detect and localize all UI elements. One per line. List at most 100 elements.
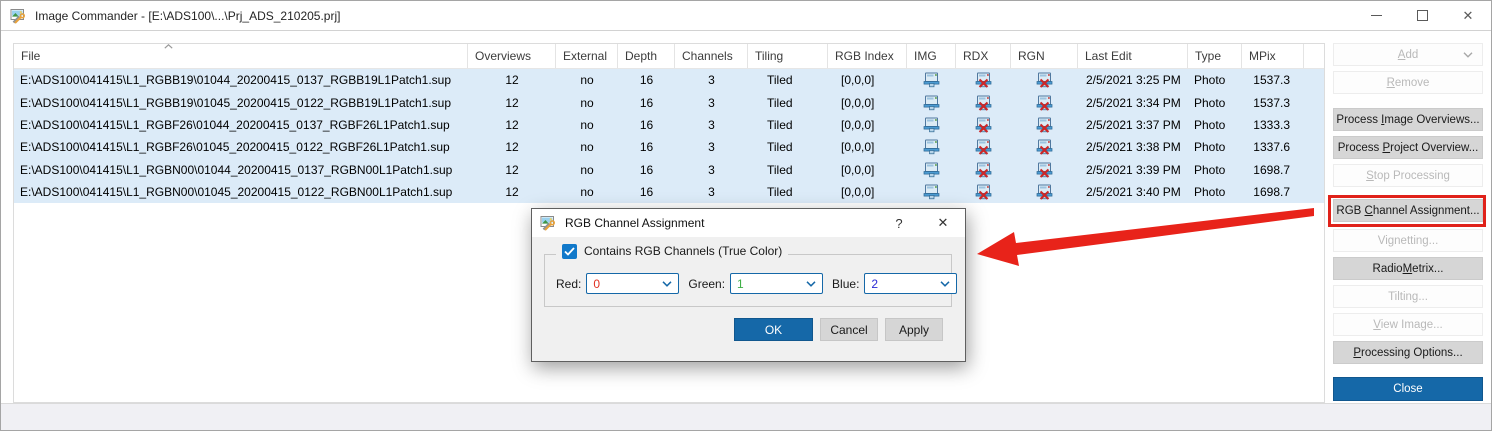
cell-mpix: 1337.6: [1242, 140, 1304, 154]
apply-button[interactable]: Apply: [885, 318, 943, 341]
cell-overviews: 12: [468, 140, 556, 154]
column-header-last_edit[interactable]: Last Edit: [1078, 44, 1188, 68]
computer-missing-icon: [1011, 184, 1078, 200]
help-icon: ?: [895, 216, 902, 231]
cell-tiling: Tiled: [748, 185, 828, 199]
stop-processing-button[interactable]: Stop Processing: [1333, 164, 1483, 187]
chevron-down-icon: [1463, 52, 1473, 58]
column-header-file[interactable]: File: [14, 44, 468, 68]
app-icon: [540, 215, 557, 231]
computer-missing-icon: [956, 72, 1011, 88]
cell-tiling: Tiled: [748, 163, 828, 177]
process-image-overviews-button[interactable]: Process Image Overviews...: [1333, 108, 1483, 131]
minimize-icon: [1371, 15, 1382, 16]
tilting-button[interactable]: Tilting...: [1333, 285, 1483, 308]
cell-channels: 3: [675, 96, 748, 110]
green-channel-value: 1: [737, 277, 806, 291]
checkbox-label: Contains RGB Channels (True Color): [584, 244, 782, 258]
red-channel-select[interactable]: 0: [586, 273, 679, 294]
main-area: FileOverviewsExternalDepthChannelsTiling…: [1, 31, 1491, 430]
dialog-close-button[interactable]: ✕: [921, 209, 965, 237]
cell-depth: 16: [618, 140, 675, 154]
table-row[interactable]: E:\ADS100\041415\L1_RGBB19\01044_2020041…: [14, 69, 1324, 91]
column-header-rgn[interactable]: RGN: [1011, 44, 1078, 68]
green-channel-select[interactable]: 1: [730, 273, 823, 294]
process-project-overview-button[interactable]: Process Project Overview...: [1333, 136, 1483, 159]
computer-available-icon: [907, 184, 956, 200]
table-row[interactable]: E:\ADS100\041415\L1_RGBN00\01044_2020041…: [14, 159, 1324, 181]
cell-depth: 16: [618, 163, 675, 177]
maximize-button[interactable]: [1399, 1, 1445, 30]
column-header-rgb_index[interactable]: RGB Index: [828, 44, 907, 68]
cell-type: Photo: [1188, 73, 1242, 87]
close-button[interactable]: Close: [1333, 377, 1483, 401]
cell-tiling: Tiled: [748, 118, 828, 132]
column-header-overviews[interactable]: Overviews: [468, 44, 556, 68]
table-row[interactable]: E:\ADS100\041415\L1_RGBF26\01045_2020041…: [14, 136, 1324, 158]
column-header-external[interactable]: External: [556, 44, 618, 68]
computer-missing-icon: [956, 184, 1011, 200]
maximize-icon: [1417, 10, 1428, 21]
table-body: E:\ADS100\041415\L1_RGBB19\01044_2020041…: [14, 69, 1324, 203]
cell-type: Photo: [1188, 118, 1242, 132]
cancel-button[interactable]: Cancel: [820, 318, 878, 341]
computer-missing-icon: [956, 117, 1011, 133]
help-button[interactable]: ?: [877, 209, 921, 237]
cell-type: Photo: [1188, 140, 1242, 154]
processing-options-button[interactable]: Processing Options...: [1333, 341, 1483, 364]
remove-button[interactable]: Remove: [1333, 71, 1483, 94]
vignetting-button[interactable]: Vignetting...: [1333, 229, 1483, 252]
chevron-down-icon: [940, 281, 950, 287]
table-row[interactable]: E:\ADS100\041415\L1_RGBB19\01045_2020041…: [14, 91, 1324, 113]
rgb-channel-assignment-button[interactable]: RGB Channel Assignment...: [1333, 199, 1483, 222]
cell-tiling: Tiled: [748, 96, 828, 110]
cell-file: E:\ADS100\041415\L1_RGBB19\01044_2020041…: [14, 73, 468, 87]
red-channel-value: 0: [593, 277, 662, 291]
cell-channels: 3: [675, 140, 748, 154]
cell-file: E:\ADS100\041415\L1_RGBB19\01045_2020041…: [14, 96, 468, 110]
contains-rgb-checkbox[interactable]: [562, 244, 577, 259]
cell-file: E:\ADS100\041415\L1_RGBF26\01044_2020041…: [14, 118, 468, 132]
sort-ascending-icon: [164, 44, 173, 49]
cell-depth: 16: [618, 73, 675, 87]
close-window-button[interactable]: ✕: [1445, 1, 1491, 30]
ok-button[interactable]: OK: [734, 318, 813, 341]
cell-file: E:\ADS100\041415\L1_RGBF26\01045_2020041…: [14, 140, 468, 154]
window-titlebar: Image Commander - [E:\ADS100\...\Prj_ADS…: [1, 1, 1491, 31]
chevron-down-icon: [806, 281, 816, 287]
column-header-mpix[interactable]: MPix: [1242, 44, 1304, 68]
column-header-rdx[interactable]: RDX: [956, 44, 1011, 68]
red-label: Red:: [556, 277, 581, 291]
column-header-depth[interactable]: Depth: [618, 44, 675, 68]
cell-rgb_index: [0,0,0]: [828, 96, 907, 110]
image-commander-window: Image Commander - [E:\ADS100\...\Prj_ADS…: [0, 0, 1492, 431]
cell-type: Photo: [1188, 96, 1242, 110]
minimize-button[interactable]: [1353, 1, 1399, 30]
blue-channel-select[interactable]: 2: [864, 273, 957, 294]
cell-overviews: 12: [468, 163, 556, 177]
table-row[interactable]: E:\ADS100\041415\L1_RGBN00\01045_2020041…: [14, 181, 1324, 203]
table-header: FileOverviewsExternalDepthChannelsTiling…: [14, 44, 1324, 69]
cell-channels: 3: [675, 185, 748, 199]
computer-missing-icon: [956, 95, 1011, 111]
radiometrix-button[interactable]: RadioMetrix...: [1333, 257, 1483, 280]
computer-missing-icon: [956, 139, 1011, 155]
chevron-down-icon: [662, 281, 672, 287]
cell-file: E:\ADS100\041415\L1_RGBN00\01045_2020041…: [14, 185, 468, 199]
view-image-button[interactable]: View Image...: [1333, 313, 1483, 336]
cell-last_edit: 2/5/2021 3:34 PM: [1078, 96, 1188, 110]
cell-overviews: 12: [468, 118, 556, 132]
cell-channels: 3: [675, 118, 748, 132]
cell-file: E:\ADS100\041415\L1_RGBN00\01044_2020041…: [14, 163, 468, 177]
cell-rgb_index: [0,0,0]: [828, 163, 907, 177]
table-row[interactable]: E:\ADS100\041415\L1_RGBF26\01044_2020041…: [14, 114, 1324, 136]
column-header-type[interactable]: Type: [1188, 44, 1242, 68]
column-header-channels[interactable]: Channels: [675, 44, 748, 68]
column-header-tiling[interactable]: Tiling: [748, 44, 828, 68]
cell-last_edit: 2/5/2021 3:37 PM: [1078, 118, 1188, 132]
add-button[interactable]: Add: [1333, 43, 1483, 66]
computer-missing-icon: [956, 162, 1011, 178]
computer-available-icon: [907, 162, 956, 178]
column-header-img[interactable]: IMG: [907, 44, 956, 68]
cell-external: no: [556, 96, 618, 110]
